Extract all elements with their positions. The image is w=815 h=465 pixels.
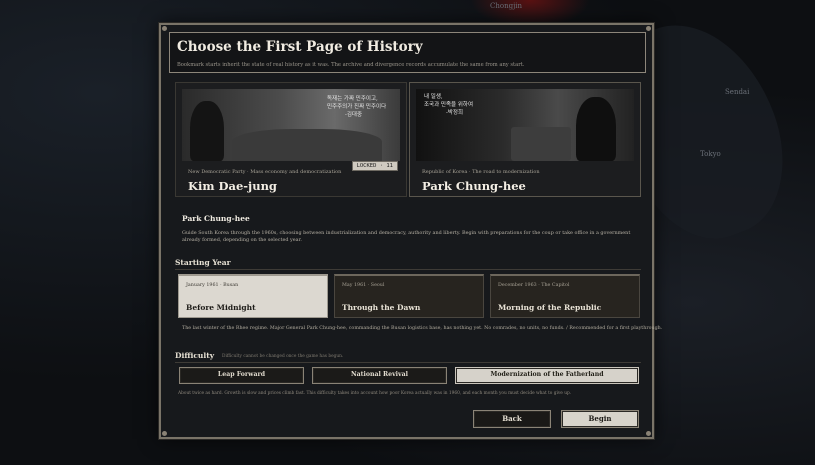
locked-badge: LOCKED · 11 xyxy=(351,161,398,171)
quote-line: -박정희 xyxy=(446,110,464,116)
quote-line: -김대중 xyxy=(345,112,363,118)
difficulty-modernization-button[interactable]: Modernization of the Fatherland xyxy=(455,367,639,384)
portrait-figure xyxy=(576,97,616,161)
map-label: Sendai xyxy=(725,88,750,96)
section-divider xyxy=(175,362,641,363)
corner-bolt xyxy=(162,26,167,31)
year-option-title: Through the Dawn xyxy=(342,303,421,312)
year-option-through-the-dawn[interactable]: May 1961 · Seoul Through the Dawn xyxy=(334,274,484,318)
dialog-header: Choose the First Page of History Bookmar… xyxy=(169,32,646,73)
begin-button[interactable]: Begin xyxy=(561,410,639,428)
leader-name: Kim Dae-jung xyxy=(188,179,277,193)
leader-tag: Republic of Korea · The road to moderniz… xyxy=(422,169,540,175)
year-option-title: Before Midnight xyxy=(186,303,256,312)
year-option-before-midnight[interactable]: January 1961 · Busan Before Midnight xyxy=(178,274,328,318)
year-option-date: December 1963 · The Capitol xyxy=(498,283,570,288)
portrait-figure xyxy=(190,101,224,161)
year-option-date: January 1961 · Busan xyxy=(186,283,239,288)
year-option-title: Morning of the Republic xyxy=(498,303,602,312)
difficulty-note: Difficulty cannot be changed once the ga… xyxy=(222,354,344,359)
leader-quote: 독재는 가짜 민주이고, 민주주의가 진짜 민주이다 -김대중 xyxy=(327,95,386,119)
difficulty-description: About twice as hard. Growth is slow and … xyxy=(178,391,572,396)
section-divider xyxy=(175,269,641,270)
map-label: Chongjin xyxy=(490,2,522,10)
year-option-date: May 1961 · Seoul xyxy=(342,283,385,288)
leader-card-park-chung-hee[interactable]: 내 일생, 조국과 민족을 위하여 -박정희 Republic of Korea… xyxy=(409,82,641,197)
leader-portrait-park: 내 일생, 조국과 민족을 위하여 -박정희 xyxy=(416,89,634,161)
corner-bolt xyxy=(646,26,651,31)
leader-tag: New Democratic Party · Mass economy and … xyxy=(188,169,342,175)
selected-leader-name: Park Chung-hee xyxy=(182,214,250,223)
crowd-shape xyxy=(232,129,382,161)
back-button[interactable]: Back xyxy=(473,410,551,428)
starting-year-description: The last winter of the Rhee regime. Majo… xyxy=(182,326,663,331)
dialog-title: Choose the First Page of History xyxy=(177,39,423,55)
quote-line: 조국과 민족을 위하여 xyxy=(424,102,474,108)
starting-year-label: Starting Year xyxy=(175,258,231,267)
quote-line: 민주주의가 진짜 민주이다 xyxy=(327,104,387,110)
year-option-morning-of-the-republic[interactable]: December 1963 · The Capitol Morning of t… xyxy=(490,274,640,318)
dialog-subtitle: Bookmark starts inherit the state of rea… xyxy=(177,62,525,68)
quote-line: 독재는 가짜 민주이고, xyxy=(327,96,378,102)
selected-leader-description: Guide South Korea through the 1960s, cho… xyxy=(182,230,631,243)
corner-bolt xyxy=(646,431,651,436)
difficulty-national-revival-button[interactable]: National Revival xyxy=(312,367,447,384)
corner-bolt xyxy=(162,431,167,436)
quote-line: 내 일생, xyxy=(424,94,443,100)
leader-card-kim-dae-jung[interactable]: 독재는 가짜 민주이고, 민주주의가 진짜 민주이다 -김대중 LOCKED ·… xyxy=(175,82,407,197)
leader-name: Park Chung-hee xyxy=(422,179,526,193)
map-label: Tokyo xyxy=(700,150,721,158)
difficulty-label: Difficulty xyxy=(175,351,215,360)
leader-quote: 내 일생, 조국과 민족을 위하여 -박정희 xyxy=(424,93,473,117)
start-dialog: Choose the First Page of History Bookmar… xyxy=(159,23,662,439)
difficulty-leap-forward-button[interactable]: Leap Forward xyxy=(179,367,304,384)
leader-portrait-kim: 독재는 가짜 민주이고, 민주주의가 진짜 민주이다 -김대중 xyxy=(182,89,400,161)
podium-shape xyxy=(511,127,571,161)
